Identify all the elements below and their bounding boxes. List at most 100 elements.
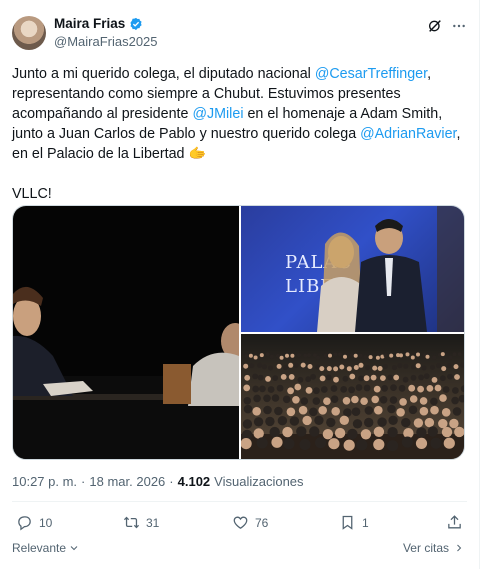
crowd-head xyxy=(241,438,252,450)
crowd-head xyxy=(325,374,332,381)
mention-link[interactable]: @AdrianRavier xyxy=(360,126,456,142)
author-name-row: Maira Frias xyxy=(54,16,143,31)
sort-dropdown[interactable]: Relevante xyxy=(12,541,80,555)
like-button[interactable]: 76 xyxy=(232,514,268,531)
crowd-head xyxy=(319,375,326,382)
crowd-head xyxy=(355,384,363,391)
crowd-head xyxy=(447,373,453,380)
crowd-head xyxy=(358,362,364,368)
crowd-head xyxy=(360,397,368,405)
crowd-head xyxy=(271,436,283,448)
crowd-head xyxy=(389,396,398,404)
reply-count: 10 xyxy=(39,515,53,530)
avatar[interactable] xyxy=(12,16,46,50)
like-count: 76 xyxy=(255,515,269,530)
bookmark-icon xyxy=(342,515,353,530)
crowd-head xyxy=(349,373,356,380)
crowd-head xyxy=(320,386,328,393)
crowd-head xyxy=(431,377,438,383)
repost-button[interactable]: 31 xyxy=(123,514,159,531)
crowd-head xyxy=(257,374,264,381)
crowd-head xyxy=(276,384,284,392)
crowd-head xyxy=(315,437,327,449)
share-icon xyxy=(448,515,461,529)
crowd-head xyxy=(452,352,457,357)
crowd-head xyxy=(310,373,316,380)
more-options-icon[interactable] xyxy=(451,18,467,34)
mention-link[interactable]: @CesarTreffinger xyxy=(315,66,427,82)
crowd-head xyxy=(259,353,264,358)
crowd-head xyxy=(377,417,387,427)
author-name[interactable]: Maira Frias xyxy=(54,16,125,31)
crowd-head xyxy=(261,364,267,370)
author-handle[interactable]: @MairaFrias2025 xyxy=(54,34,158,49)
crowd-head xyxy=(346,366,352,372)
crowd-head xyxy=(448,355,453,360)
crowd-head xyxy=(416,352,420,357)
crowd-head xyxy=(451,396,459,405)
bookmark-button[interactable]: 1 xyxy=(339,514,369,531)
crowd-head xyxy=(333,352,338,357)
crowd-head xyxy=(243,384,251,392)
photo-stage-panel[interactable] xyxy=(13,206,239,459)
tweet-header: Maira Frias @MairaFrias2025 xyxy=(12,14,479,54)
crowd-head xyxy=(390,384,397,391)
crowd-head xyxy=(415,363,421,369)
quotes-label: Ver citas xyxy=(402,541,449,555)
crowd-head xyxy=(268,365,273,371)
crowd-head xyxy=(294,383,302,391)
crowd-head xyxy=(333,376,339,383)
mention-link[interactable]: @JMilei xyxy=(192,106,243,122)
crowd-head xyxy=(402,376,409,383)
photo-palacio-panel[interactable]: PALAC LIBER xyxy=(241,206,464,332)
crowd-head xyxy=(252,407,261,416)
crowd-head xyxy=(381,385,388,392)
crowd-head xyxy=(408,405,418,415)
crowd-head xyxy=(441,426,453,438)
crowd-head xyxy=(372,365,378,371)
crowd-head xyxy=(383,353,388,358)
reply-button[interactable]: 10 xyxy=(16,514,52,531)
crowd-head xyxy=(370,374,377,381)
crowd-head xyxy=(410,355,415,360)
crowd-head xyxy=(387,404,396,414)
crowd-head xyxy=(388,415,398,425)
crowd-head xyxy=(339,364,345,370)
crowd-head xyxy=(343,354,347,359)
crowd-head xyxy=(430,397,438,406)
crowd-head xyxy=(303,353,308,358)
chevron-right-icon xyxy=(457,544,462,552)
crowd-head xyxy=(333,366,339,372)
tweet-time[interactable]: 10:27 p. m. xyxy=(12,474,77,489)
crowd-head xyxy=(312,397,321,405)
share-button[interactable] xyxy=(446,514,463,531)
view-quotes-link[interactable]: Ver citas xyxy=(403,541,465,555)
crowd-head xyxy=(287,387,294,395)
crowd-head xyxy=(364,417,374,428)
views-label: Visualizaciones xyxy=(214,474,304,489)
crowd-head xyxy=(418,374,424,381)
crowd-head xyxy=(411,364,416,370)
crowd-head xyxy=(441,408,451,417)
crowd-head xyxy=(440,375,446,382)
crowd-head xyxy=(351,395,359,404)
crowd-head xyxy=(307,364,313,369)
crowd-head xyxy=(318,406,327,415)
crowd-head xyxy=(313,387,320,395)
crowd-head xyxy=(296,426,307,437)
crowd-head xyxy=(423,373,430,380)
crowd-head xyxy=(403,363,409,369)
crowd-head xyxy=(452,387,459,394)
crowd-head xyxy=(275,353,280,358)
crowd-head xyxy=(259,385,266,393)
grok-icon[interactable] xyxy=(427,18,443,34)
crowd-head xyxy=(265,376,271,382)
crowd-head xyxy=(373,438,385,451)
crowd-head xyxy=(356,439,368,451)
crowd-head xyxy=(265,416,275,427)
crowd-head xyxy=(285,353,289,358)
photo-audience-panel[interactable] xyxy=(241,334,464,459)
tweet-date[interactable]: 18 mar. 2026 xyxy=(89,474,165,489)
verified-badge-icon xyxy=(130,17,142,30)
crowd-head xyxy=(282,365,288,371)
